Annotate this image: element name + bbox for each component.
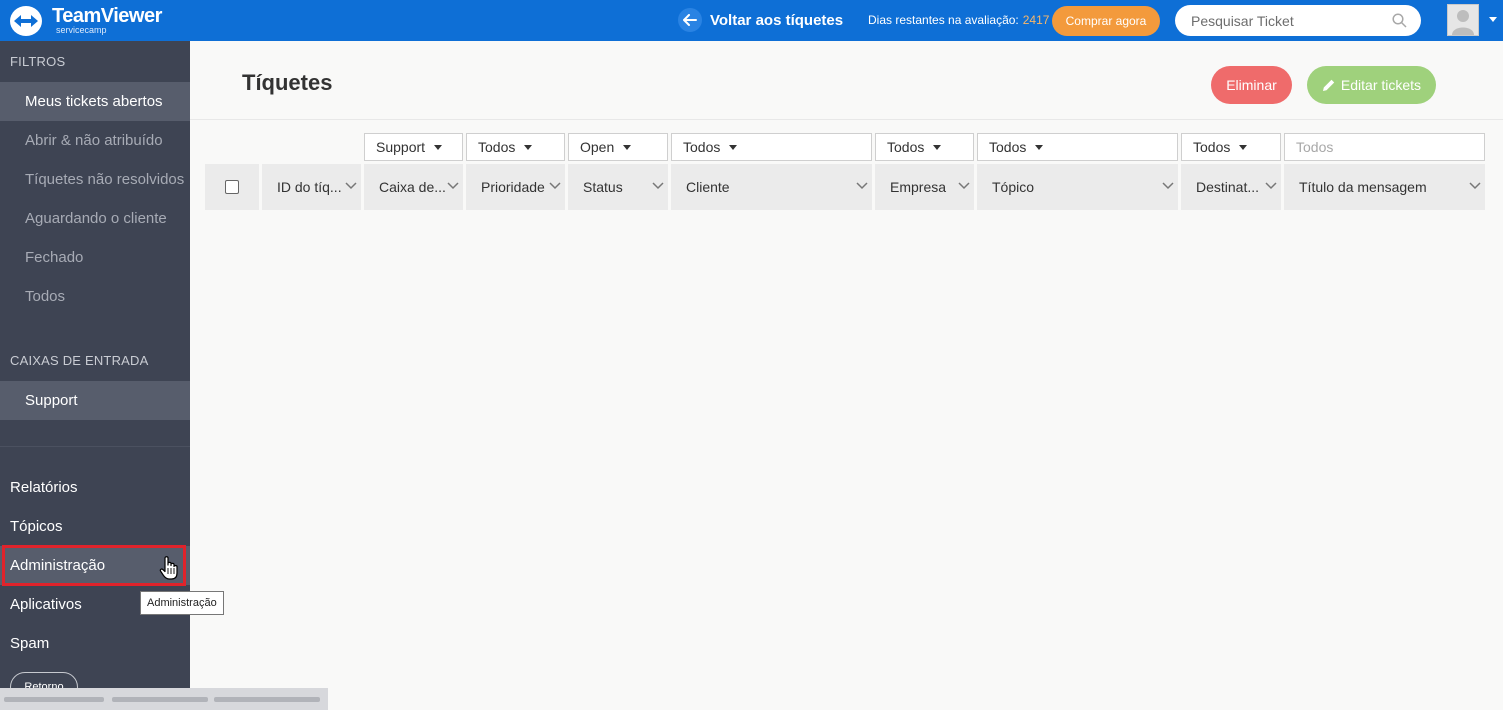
column-header-label: Tópico [992, 179, 1035, 195]
column-header-message-title[interactable]: Título da mensagem [1284, 164, 1485, 210]
filter-priority-value: Todos [478, 139, 516, 155]
trial-days: 2417 [1022, 13, 1050, 27]
filter-unresolved[interactable]: Tíquetes não resolvidos [0, 160, 190, 199]
caret-down-icon [524, 144, 533, 150]
chevron-down-icon [1162, 182, 1174, 190]
search-input[interactable] [1191, 11, 1391, 30]
trial-label: Dias restantes na avaliação: [868, 13, 1019, 27]
caret-down-icon [1035, 144, 1044, 150]
pencil-icon [1322, 79, 1335, 91]
brand-subtitle: servicecamp [56, 25, 107, 35]
filter-customer-dropdown[interactable]: Todos [671, 133, 872, 161]
filters-section-title: FILTROS [10, 54, 66, 69]
nav-reports[interactable]: Relatórios [0, 468, 190, 507]
filter-message-title [1284, 133, 1485, 161]
nav-spam[interactable]: Spam [0, 624, 190, 663]
select-all-checkbox[interactable] [225, 180, 239, 194]
hand-pointer-cursor-icon [159, 555, 181, 586]
column-header-topic[interactable]: Tópico [977, 164, 1178, 210]
column-header-priority[interactable]: Prioridade [466, 164, 565, 210]
edit-tickets-button[interactable]: Editar tickets [1307, 66, 1436, 104]
column-header-recipient[interactable]: Destinat... [1181, 164, 1281, 210]
filter-priority-dropdown[interactable]: Todos [466, 133, 565, 161]
user-menu-caret-icon[interactable] [1489, 17, 1497, 22]
trial-info: Dias restantes na avaliação: 2417 [868, 14, 1049, 26]
filter-customer-value: Todos [683, 139, 721, 155]
chevron-down-icon [1469, 182, 1481, 190]
chevron-down-icon [958, 182, 970, 190]
nav-topics[interactable]: Tópicos [0, 507, 190, 546]
teamviewer-logo-icon[interactable] [10, 6, 42, 36]
filter-status-dropdown[interactable]: Open [568, 133, 668, 161]
filter-recipient-dropdown[interactable]: Todos [1181, 133, 1281, 161]
content-divider [190, 119, 1503, 120]
column-header-customer[interactable]: Cliente [671, 164, 872, 210]
delete-button[interactable]: Eliminar [1211, 66, 1292, 104]
sidebar-divider [0, 446, 190, 447]
filter-topic-value: Todos [989, 139, 1027, 155]
caret-down-icon [729, 144, 738, 150]
column-header-status[interactable]: Status [568, 164, 668, 210]
arrow-left-icon [678, 8, 702, 32]
search-box [1175, 5, 1421, 36]
column-header-label: Prioridade [481, 179, 545, 195]
chevron-down-icon [345, 182, 357, 190]
filter-status-value: Open [580, 139, 615, 155]
filter-all[interactable]: Todos [0, 277, 190, 316]
caret-down-icon [1239, 144, 1248, 150]
chevron-down-icon [447, 182, 459, 190]
column-header-company[interactable]: Empresa [875, 164, 974, 210]
filter-company-value: Todos [887, 139, 925, 155]
status-bar [0, 688, 328, 710]
filter-open-unassigned[interactable]: Abrir & não atribuído [0, 121, 190, 160]
inbox-support[interactable]: Support [0, 381, 190, 420]
column-header-inbox[interactable]: Caixa de... [364, 164, 463, 210]
filter-inbox-dropdown[interactable]: Support [364, 133, 463, 161]
column-header-label: Cliente [686, 179, 730, 195]
search-icon[interactable] [1392, 13, 1407, 33]
brand-name: TeamViewer [52, 5, 162, 27]
chevron-down-icon [856, 182, 868, 190]
top-bar: TeamViewer servicecamp Voltar aos tíquet… [0, 0, 1503, 41]
column-header-label: Empresa [890, 179, 947, 195]
filter-recipient-value: Todos [1193, 139, 1231, 155]
caret-down-icon [623, 144, 632, 150]
chevron-down-icon [1265, 182, 1277, 190]
column-header-label: Status [583, 179, 623, 195]
back-to-tickets-label: Voltar aos tíquetes [710, 11, 844, 29]
caret-down-icon [434, 144, 443, 150]
edit-tickets-label: Editar tickets [1340, 77, 1422, 93]
column-header-label: Destinat... [1196, 179, 1260, 195]
column-header-label: ID do tíq... [277, 179, 342, 195]
filter-company-dropdown[interactable]: Todos [875, 133, 974, 161]
filter-waiting-customer[interactable]: Aguardando o cliente [0, 199, 190, 238]
filter-closed[interactable]: Fechado [0, 238, 190, 277]
tooltip: Administração [140, 591, 224, 615]
column-header-label: Título da mensagem [1299, 179, 1427, 195]
filter-inbox-value: Support [376, 139, 426, 155]
buy-now-button[interactable]: Comprar agora [1052, 6, 1160, 36]
inboxes-section-title: CAIXAS DE ENTRADA [10, 353, 149, 368]
column-header-label: Caixa de... [379, 179, 446, 195]
column-header-ticket-id[interactable]: ID do tíq... [262, 164, 361, 210]
filter-my-open-tickets[interactable]: Meus tickets abertos [0, 82, 190, 121]
chevron-down-icon [652, 182, 664, 190]
page-title: Tíquetes [242, 70, 333, 95]
back-to-tickets-button[interactable]: Voltar aos tíquetes [678, 8, 843, 32]
select-all-cell [205, 164, 259, 210]
caret-down-icon [933, 144, 942, 150]
filter-topic-dropdown[interactable]: Todos [977, 133, 1178, 161]
filter-message-title-input[interactable] [1296, 134, 1484, 160]
user-avatar-icon [1448, 5, 1478, 35]
avatar[interactable] [1447, 4, 1479, 36]
chevron-down-icon [549, 182, 561, 190]
